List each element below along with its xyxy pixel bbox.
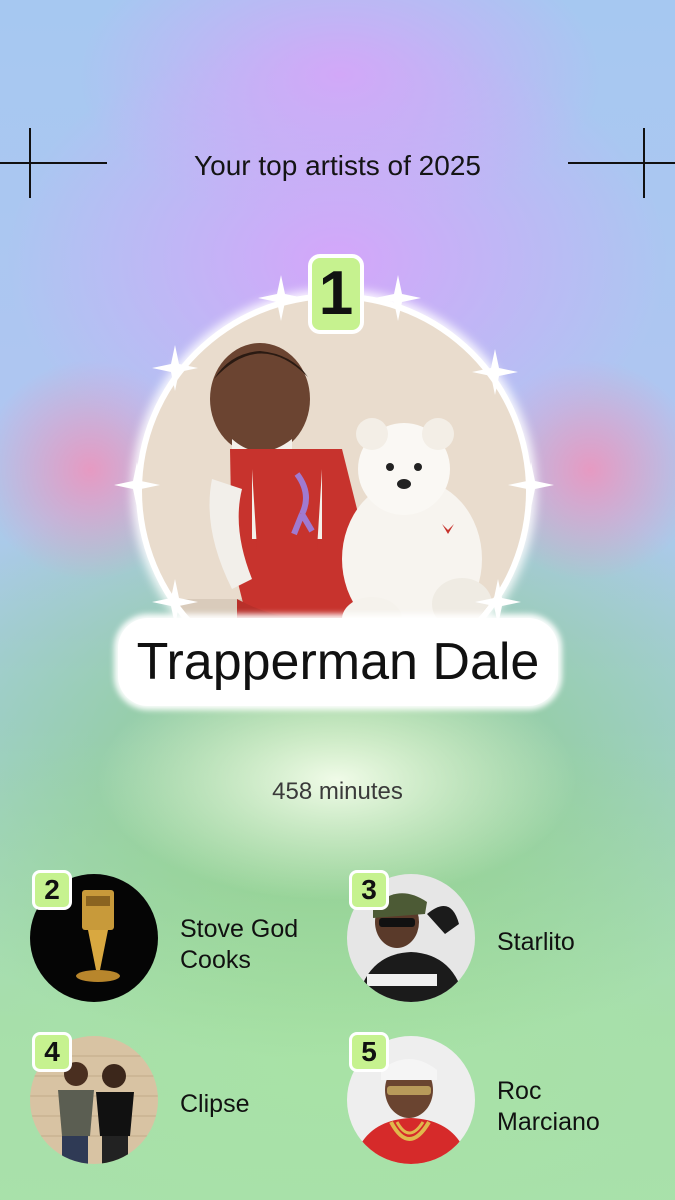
rank-badge-5: 5 xyxy=(349,1032,389,1072)
rank-badge-3: 3 xyxy=(349,870,389,910)
sparkle-icon xyxy=(472,349,518,395)
artist-item-5[interactable]: 5 Roc Marciano xyxy=(347,1032,647,1166)
artist-item-3[interactable]: 3 Starlito xyxy=(347,870,647,1004)
listening-minutes: 458 minutes xyxy=(272,778,403,805)
rank-badge-1: 1 xyxy=(308,254,364,334)
artist-item-2[interactable]: 2 Stove God Cooks xyxy=(30,870,320,1004)
sparkle-icon xyxy=(152,345,198,391)
sparkle-icon xyxy=(375,275,421,321)
artist-name-2: Stove God Cooks xyxy=(180,915,299,974)
page-title: Your top artists of 2025 xyxy=(194,150,481,181)
sparkle-icon xyxy=(258,275,304,321)
artist-name-4: Clipse xyxy=(180,1090,250,1118)
rank-badge-2: 2 xyxy=(32,870,72,910)
sparkle-icon xyxy=(114,462,160,508)
sparkle-icon xyxy=(508,462,554,508)
artist-name-3: Starlito xyxy=(497,928,575,956)
artist-item-4[interactable]: 4 Clipse xyxy=(30,1032,320,1166)
artist-name-5: Roc Marciano xyxy=(497,1077,600,1136)
rank-badge-4: 4 xyxy=(32,1032,72,1072)
top-artist-name: Trapperman Dale xyxy=(118,618,558,706)
